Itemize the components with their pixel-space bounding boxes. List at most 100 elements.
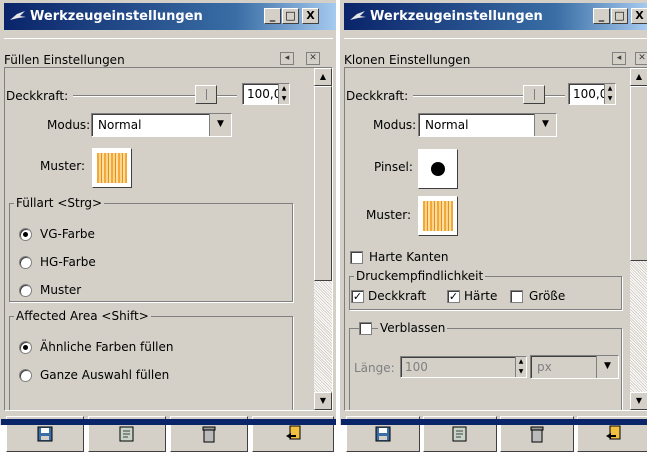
length-label: Länge: bbox=[354, 361, 395, 375]
length-value: 100 bbox=[405, 360, 428, 374]
window-title: Werkzeugeinstellungen bbox=[30, 9, 203, 24]
status-strip bbox=[341, 419, 647, 425]
scroll-up-button[interactable]: ▲ bbox=[314, 68, 332, 86]
close-button[interactable]: X bbox=[302, 8, 319, 24]
panel-title: Füllen Einstellungen bbox=[4, 53, 125, 67]
fade-group: Verblassen Länge: 100 ▲ ▼ px ▼ bbox=[349, 321, 622, 410]
title-bar[interactable]: Werkzeugeinstellungen _ □ X bbox=[4, 3, 336, 30]
opacity-value: 100,0 bbox=[573, 87, 608, 101]
reset-icon bbox=[606, 425, 621, 440]
pressure-size-label: Größe bbox=[529, 289, 566, 303]
minimize-button[interactable]: _ bbox=[593, 8, 610, 24]
status-strip bbox=[1, 419, 336, 425]
scroll-up-button[interactable]: ▲ bbox=[630, 68, 647, 86]
unit-dropdown[interactable]: px ▼ bbox=[530, 355, 619, 379]
radio-bg-color[interactable] bbox=[19, 256, 32, 269]
wilber-icon bbox=[350, 11, 366, 20]
pattern-label: Muster: bbox=[40, 159, 86, 173]
restore-icon bbox=[452, 426, 467, 442]
affected-area-group: Affected Area <Shift> Ähnliche Farben fü… bbox=[9, 309, 293, 410]
scroll-down-button[interactable]: ▼ bbox=[630, 392, 647, 410]
scroll-down-button[interactable]: ▼ bbox=[314, 392, 332, 410]
pattern-swatch bbox=[97, 153, 127, 183]
fade-label: Verblassen bbox=[378, 321, 448, 335]
panel-title: Klonen Einstellungen bbox=[344, 53, 471, 67]
chevron-down-icon[interactable]: ▼ bbox=[596, 356, 618, 378]
brush-dot bbox=[431, 162, 445, 176]
mode-dropdown[interactable]: Normal ▼ bbox=[91, 113, 232, 137]
pattern-preview[interactable] bbox=[418, 196, 458, 236]
spin-arrows[interactable]: ▲ ▼ bbox=[604, 84, 615, 104]
fill-options-window: Werkzeugeinstellungen _ □ X Füllen Einst… bbox=[0, 0, 336, 452]
radio-similar-colors-label: Ähnliche Farben füllen bbox=[40, 340, 174, 354]
affected-area-title: Affected Area <Shift> bbox=[14, 309, 151, 323]
pressure-group: Druckempfindlichkeit ✓ Deckkraft ✓ Härte… bbox=[349, 269, 622, 310]
chevron-down-icon[interactable]: ▼ bbox=[534, 114, 556, 136]
pressure-opacity-label: Deckkraft bbox=[368, 289, 427, 303]
scroll-thumb[interactable] bbox=[314, 86, 332, 281]
spin-arrows[interactable]: ▲ ▼ bbox=[515, 357, 526, 377]
radio-pattern[interactable] bbox=[19, 284, 32, 297]
dialog-content: Klonen Einstellungen ◂ ✕ Deckkraft: 100,… bbox=[344, 38, 647, 452]
options-scroll-area[interactable]: Deckkraft: 100,0 ▲ ▼ Modus: Normal ▼ Must… bbox=[4, 67, 333, 411]
clone-options-window: Werkzeugeinstellungen _ □ X Klonen Einst… bbox=[340, 0, 647, 452]
radio-whole-selection[interactable] bbox=[19, 369, 32, 382]
mode-label: Modus: bbox=[373, 118, 417, 132]
mode-value: Normal bbox=[98, 118, 142, 132]
options-scroll-area[interactable]: Deckkraft: 100,0 ▲ ▼ Modus: Normal ▼ Pins… bbox=[344, 67, 647, 411]
mode-dropdown[interactable]: Normal ▼ bbox=[418, 113, 557, 137]
tab-menu-icon[interactable]: ◂ bbox=[280, 52, 294, 65]
opacity-label: Deckkraft: bbox=[346, 89, 409, 103]
delete-icon bbox=[202, 426, 216, 443]
opacity-label: Deckkraft: bbox=[6, 89, 69, 103]
mode-value: Normal bbox=[425, 118, 469, 132]
pressure-hardness-checkbox[interactable]: ✓ bbox=[447, 290, 460, 303]
title-bar[interactable]: Werkzeugeinstellungen _ □ X bbox=[344, 3, 647, 30]
close-tab-icon[interactable]: ✕ bbox=[306, 52, 320, 65]
pattern-preview[interactable] bbox=[92, 148, 132, 188]
spin-arrows[interactable]: ▲ ▼ bbox=[278, 84, 289, 104]
vertical-scrollbar[interactable]: ▲ ▼ bbox=[630, 68, 647, 410]
brush-preview[interactable] bbox=[418, 149, 458, 189]
hard-edges-label: Harte Kanten bbox=[369, 250, 449, 264]
radio-pattern-label: Muster bbox=[40, 283, 82, 297]
tab-menu-icon[interactable]: ◂ bbox=[612, 52, 626, 65]
opacity-slider-thumb[interactable] bbox=[523, 85, 545, 104]
mode-label: Modus: bbox=[47, 118, 91, 132]
pressure-hardness-label: Härte bbox=[464, 289, 498, 303]
radio-similar-colors[interactable] bbox=[19, 341, 32, 354]
close-tab-icon[interactable]: ✕ bbox=[635, 52, 647, 65]
fill-type-group: Füllart <Strg> VG-Farbe HG-Farbe Muster bbox=[9, 196, 293, 302]
wilber-icon bbox=[10, 11, 26, 20]
chevron-down-icon[interactable]: ▼ bbox=[209, 114, 231, 136]
brush-label: Pinsel: bbox=[374, 160, 413, 174]
fade-checkbox[interactable] bbox=[359, 322, 372, 335]
window-title: Werkzeugeinstellungen bbox=[370, 9, 543, 24]
reset-icon bbox=[286, 425, 301, 440]
pattern-label: Muster: bbox=[366, 208, 412, 222]
opacity-spinbutton[interactable]: 100,0 ▲ ▼ bbox=[242, 83, 290, 105]
save-icon bbox=[375, 426, 391, 442]
opacity-slider-thumb[interactable] bbox=[195, 85, 217, 104]
pressure-opacity-checkbox[interactable]: ✓ bbox=[351, 290, 364, 303]
save-icon bbox=[37, 426, 53, 442]
close-button[interactable]: X bbox=[631, 8, 647, 24]
radio-fg-color-label: VG-Farbe bbox=[40, 227, 95, 241]
radio-bg-color-label: HG-Farbe bbox=[40, 255, 96, 269]
minimize-button[interactable]: _ bbox=[264, 8, 281, 24]
pressure-size-checkbox[interactable] bbox=[510, 290, 523, 303]
radio-fg-color[interactable] bbox=[19, 228, 32, 241]
fill-type-title: Füllart <Strg> bbox=[14, 196, 105, 210]
vertical-scrollbar[interactable]: ▲ ▼ bbox=[314, 68, 332, 410]
scroll-thumb[interactable] bbox=[630, 86, 647, 261]
maximize-button[interactable]: □ bbox=[282, 8, 299, 24]
radio-whole-selection-label: Ganze Auswahl füllen bbox=[40, 368, 170, 382]
length-spinbutton[interactable]: 100 ▲ ▼ bbox=[400, 356, 527, 378]
opacity-spinbutton[interactable]: 100,0 ▲ ▼ bbox=[568, 83, 616, 105]
unit-value: px bbox=[537, 360, 552, 374]
hard-edges-checkbox[interactable] bbox=[350, 251, 363, 264]
pressure-title: Druckempfindlichkeit bbox=[354, 269, 486, 283]
maximize-button[interactable]: □ bbox=[611, 8, 628, 24]
dialog-content: Füllen Einstellungen ◂ ✕ Deckkraft: 100,… bbox=[4, 38, 334, 452]
pattern-swatch bbox=[423, 201, 453, 231]
